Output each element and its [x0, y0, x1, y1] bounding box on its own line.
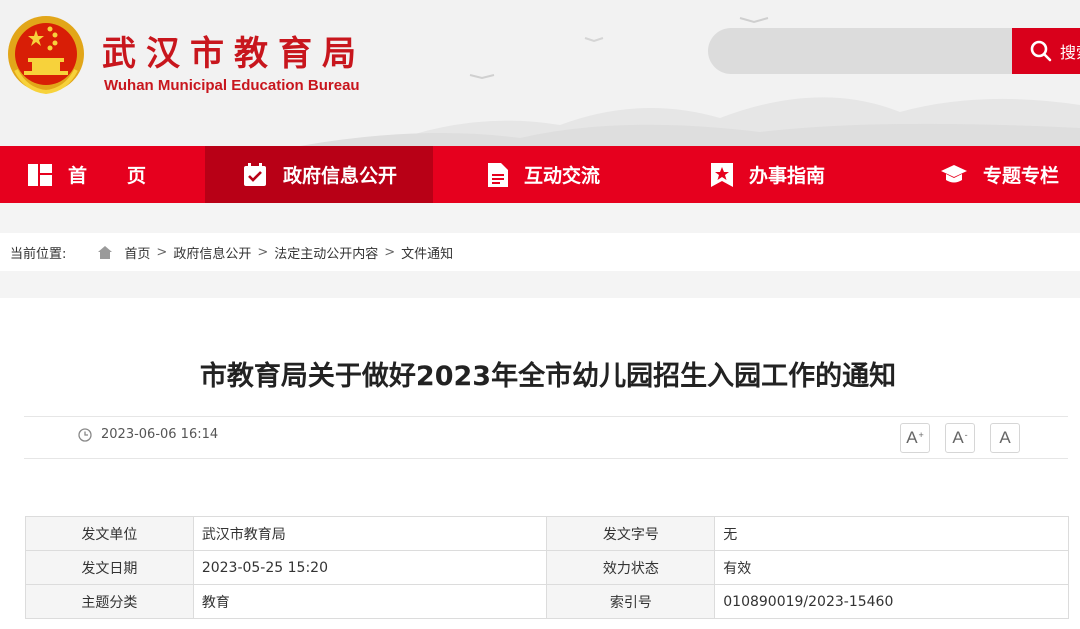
home-grid-icon [28, 163, 52, 186]
table-key: 发文单位 [25, 516, 194, 551]
font-size-controls: A + A- A [885, 423, 1020, 453]
document-info-table: 发文单位 武汉市教育局 发文字号 无 发文日期 2023-05-25 15:20… [25, 516, 1069, 619]
table-key: 发文日期 [25, 550, 194, 585]
publish-time: 2023-06-06 16:14 [78, 427, 218, 442]
breadcrumb-statutory[interactable]: 法定主动公开内容 [274, 243, 378, 262]
search-input[interactable] [708, 28, 1014, 74]
search-icon [1030, 40, 1052, 62]
graduation-cap-icon [941, 164, 967, 185]
nav-item-gov-info[interactable]: 政府信息公开 [205, 146, 433, 203]
nav-item-guide[interactable]: 办事指南 [661, 146, 889, 203]
article-meta: 2023-06-06 16:14 A + A- A [24, 416, 1068, 459]
document-icon [488, 162, 508, 187]
font-increase-label: A [906, 428, 918, 447]
breadcrumb-gov-info[interactable]: 政府信息公开 [173, 243, 251, 262]
nav-item-interaction[interactable]: 互动交流 [433, 146, 661, 203]
site-title: 武汉市教育局 [102, 34, 366, 74]
nav-label-gov-info: 政府信息公开 [283, 165, 398, 187]
nav-label-home: 首页 [68, 165, 187, 187]
site-subtitle: Wuhan Municipal Education Bureau [104, 77, 360, 94]
table-value: 无 [714, 516, 1069, 551]
font-reset-label: A [999, 428, 1011, 447]
table-key: 索引号 [546, 584, 716, 619]
breadcrumb-home[interactable]: 首页 [124, 243, 150, 262]
table-value: 010890019/2023-15460 [714, 584, 1069, 619]
nav-item-home[interactable]: 首页 [0, 146, 205, 203]
font-decrease-button[interactable]: A- [945, 423, 975, 453]
clock-icon [78, 427, 92, 442]
article-title: 市教育局关于做好2023年全市幼儿园招生入园工作的通知 [199, 361, 897, 392]
national-emblem-icon [8, 16, 84, 94]
table-row: 发文单位 武汉市教育局 发文字号 无 [25, 516, 1069, 551]
breadcrumb-notices[interactable]: 文件通知 [401, 243, 453, 262]
search-box [708, 28, 1014, 74]
table-value: 有效 [714, 550, 1069, 585]
nav-label-guide: 办事指南 [749, 165, 826, 187]
table-key: 效力状态 [546, 550, 716, 585]
publish-time-value: 2023-06-06 16:14 [101, 427, 219, 442]
font-decrease-mark: - [964, 430, 968, 440]
bookmark-star-icon [711, 162, 733, 187]
table-value: 教育 [192, 584, 548, 619]
search-button[interactable]: 搜索 [1012, 28, 1080, 74]
table-key: 发文字号 [546, 516, 716, 551]
breadcrumb: 当前位置: 首页 > 政府信息公开 > 法定主动公开内容 > 文件通知 [0, 233, 1080, 271]
nav-item-topics[interactable]: 专题专栏 [889, 146, 1080, 203]
breadcrumb-separator: > [156, 244, 168, 260]
nav-label-interaction: 互动交流 [524, 165, 601, 187]
table-key: 主题分类 [25, 584, 194, 619]
article: 市教育局关于做好2023年全市幼儿园招生入园工作的通知 2023-06-06 1… [0, 298, 1080, 629]
table-row: 发文日期 2023-05-25 15:20 效力状态 有效 [25, 550, 1069, 585]
search-button-label: 搜索 [1059, 43, 1080, 62]
home-icon [98, 245, 113, 259]
breadcrumb-label: 当前位置: [10, 246, 67, 262]
breadcrumb-separator: > [384, 244, 396, 260]
nav-label-topics: 专题专栏 [983, 165, 1060, 187]
font-reset-button[interactable]: A [990, 423, 1020, 453]
main-nav: 首页 政府信息公开 互动交流 办事指南 专题专栏 [0, 146, 1080, 203]
table-row: 主题分类 教育 索引号 010890019/2023-15460 [25, 584, 1069, 619]
font-increase-button[interactable]: A + [900, 423, 930, 453]
font-increase-mark: + [918, 430, 924, 440]
calendar-check-icon [243, 162, 267, 187]
breadcrumb-separator: > [257, 244, 269, 260]
table-value: 武汉市教育局 [192, 516, 548, 551]
font-decrease-label: A [952, 428, 964, 447]
table-value: 2023-05-25 15:20 [192, 550, 548, 585]
site-header: 武汉市教育局 Wuhan Municipal Education Bureau … [0, 0, 1080, 146]
